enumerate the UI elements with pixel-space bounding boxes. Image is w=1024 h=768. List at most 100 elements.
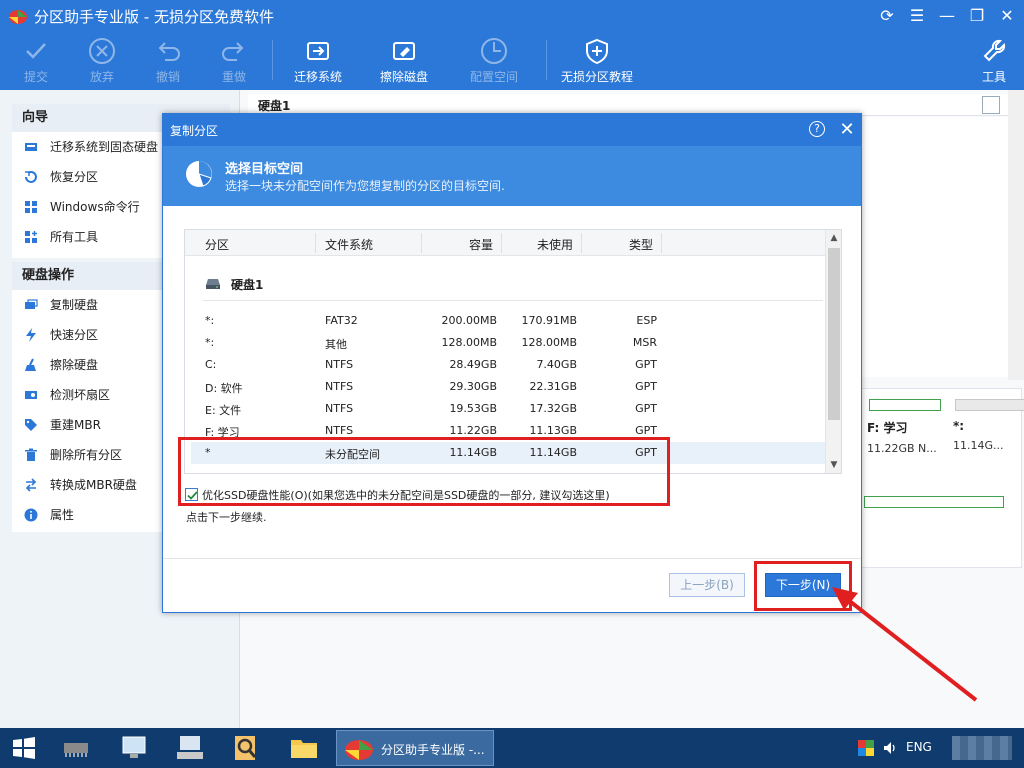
trash-icon — [25, 448, 37, 461]
redo-button[interactable]: 重做 — [212, 32, 256, 90]
disk-header-label: 硬盘1 — [258, 99, 291, 113]
app-logo-icon — [345, 740, 373, 760]
dialog-title: 复制分区 — [170, 124, 219, 138]
cancel-circle-icon — [89, 38, 115, 64]
sidebar-item-label: 所有工具 — [50, 230, 99, 244]
col-capacity[interactable]: 容量 — [469, 236, 493, 253]
check-icon — [26, 43, 46, 59]
windows-start-icon[interactable] — [8, 732, 40, 764]
col-filesystem[interactable]: 文件系统 — [325, 236, 373, 253]
toolbar-divider — [272, 40, 273, 80]
lightning-icon — [26, 328, 36, 342]
tutorial-button[interactable]: 无损分区教程 — [560, 32, 634, 90]
wrench-icon — [983, 39, 1006, 62]
tools-label: 工具 — [981, 70, 1006, 84]
partition-usage-bar — [869, 399, 941, 411]
table-row[interactable]: E: 文件 NTFS 19.53GB 17.32GB GPT — [191, 398, 825, 420]
scroll-thumb[interactable] — [828, 248, 840, 420]
menu-icon[interactable]: ☰ — [904, 4, 930, 28]
cell-partition: C: — [205, 358, 217, 371]
col-type[interactable]: 类型 — [629, 236, 653, 253]
convert-icon — [25, 478, 37, 492]
search-tool-icon[interactable] — [230, 732, 262, 764]
partition-card-size: 11.22GB N... — [867, 442, 937, 455]
partition-card[interactable]: F: 学习 11.22GB N... — [867, 397, 943, 455]
restore-icon[interactable]: ❐ — [964, 4, 990, 28]
scroll-up-icon[interactable]: ▲ — [829, 233, 839, 243]
help-icon[interactable]: ? — [809, 121, 825, 137]
minimize-icon[interactable]: — — [934, 4, 960, 28]
previous-button[interactable]: 上一步(B) — [669, 573, 745, 597]
taskbar-active-app[interactable]: 分区助手专业版 -... — [336, 730, 494, 766]
sidebar-item-label: 迁移系统到固态硬盘 — [50, 140, 159, 154]
tools-button[interactable]: 工具 — [976, 32, 1012, 90]
commit-label: 提交 — [23, 70, 48, 84]
keyboard-computer-icon[interactable] — [174, 732, 206, 764]
pie-clock-icon — [481, 38, 507, 64]
folder-icon[interactable] — [288, 732, 320, 764]
pie-chart-icon — [186, 161, 212, 187]
cell-capacity: 29.30GB — [449, 380, 497, 393]
cell-free: 128.00MB — [521, 336, 577, 349]
speaker-icon[interactable] — [882, 740, 898, 756]
cell-type: GPT — [635, 424, 657, 437]
toolbar: 提交 放弃 撤销 重做 迁移系统 擦除磁盘 配置空间 无损分区教程 工具 — [0, 32, 1024, 90]
scan-disk-icon — [25, 391, 37, 399]
table-row[interactable]: *: FAT32 200.00MB 170.91MB ESP — [191, 310, 825, 332]
annotation-highlight-box — [178, 437, 670, 506]
window-title: 分区助手专业版 - 无损分区免费软件 — [34, 8, 274, 26]
disk-group-label: 硬盘1 — [231, 278, 264, 292]
close-icon[interactable]: ✕ — [994, 4, 1020, 28]
disk-group-row: 硬盘1 — [185, 270, 825, 301]
col-free[interactable]: 未使用 — [537, 236, 573, 253]
table-row[interactable]: *: 其他 128.00MB 128.00MB MSR — [191, 332, 825, 354]
sidebar-item-label: 复制硬盘 — [50, 298, 99, 312]
restore-icon — [25, 171, 37, 183]
cell-free: 11.13GB — [529, 424, 577, 437]
partition-usage-bar — [955, 399, 1024, 411]
cell-filesystem: NTFS — [325, 402, 354, 415]
annotation-arrow-icon — [832, 587, 978, 702]
undo-button[interactable]: 撤销 — [146, 32, 190, 90]
discard-button[interactable]: 放弃 — [80, 32, 124, 90]
cell-filesystem: NTFS — [325, 380, 354, 393]
table-row[interactable]: D: 软件 NTFS 29.30GB 22.31GB GPT — [191, 376, 825, 398]
view-toggle-icon[interactable] — [982, 96, 1000, 114]
sidebar-item-label: 属性 — [50, 508, 75, 522]
sidebar-item-label: 快速分区 — [50, 328, 99, 342]
cell-capacity: 128.00MB — [441, 336, 497, 349]
cell-partition: D: 软件 — [205, 382, 243, 395]
partition-card-name: *: — [953, 419, 965, 433]
network-computer-icon[interactable] — [118, 732, 150, 764]
commit-button[interactable]: 提交 — [14, 32, 58, 90]
scroll-down-icon[interactable]: ▼ — [829, 460, 839, 470]
redo-icon — [222, 42, 244, 61]
chip-icon[interactable] — [60, 732, 92, 764]
disk-group-divider — [203, 300, 823, 301]
table-scrollbar[interactable]: ▲ ▼ — [825, 230, 841, 473]
refresh-icon[interactable]: ⟳ — [874, 4, 900, 28]
partition-card-name: F: 学习 — [867, 421, 908, 435]
wipe-disk-label: 擦除磁盘 — [379, 70, 428, 84]
partition-card[interactable]: *: 11.14G... — [953, 397, 1024, 452]
cell-filesystem: NTFS — [325, 358, 354, 371]
undo-label: 撤销 — [155, 70, 180, 84]
cell-filesystem: NTFS — [325, 424, 354, 437]
dialog-close-icon[interactable]: ✕ — [837, 118, 857, 142]
cell-free: 22.31GB — [529, 380, 577, 393]
disk-map-panel: F: 学习 11.22GB N... *: 11.14G... — [860, 388, 1024, 568]
allocate-space-button[interactable]: 配置空间 — [466, 32, 522, 90]
dialog-banner: 选择目标空间 选择一块未分配空间作为您想复制的分区的目标空间. — [163, 146, 861, 206]
main-scrollbar[interactable] — [1008, 90, 1024, 380]
tray-color-icon[interactable] — [858, 740, 874, 756]
cell-capacity: 28.49GB — [449, 358, 497, 371]
tag-icon — [25, 419, 37, 431]
input-language[interactable]: ENG — [906, 740, 932, 754]
migrate-os-button[interactable]: 迁移系统 — [290, 32, 346, 90]
cell-type: GPT — [635, 402, 657, 415]
col-partition[interactable]: 分区 — [205, 236, 229, 253]
migrate-disk-icon — [307, 42, 329, 60]
migrate-os-label: 迁移系统 — [293, 70, 342, 84]
wipe-disk-button[interactable]: 擦除磁盘 — [376, 32, 432, 90]
table-row[interactable]: C: NTFS 28.49GB 7.40GB GPT — [191, 354, 825, 376]
